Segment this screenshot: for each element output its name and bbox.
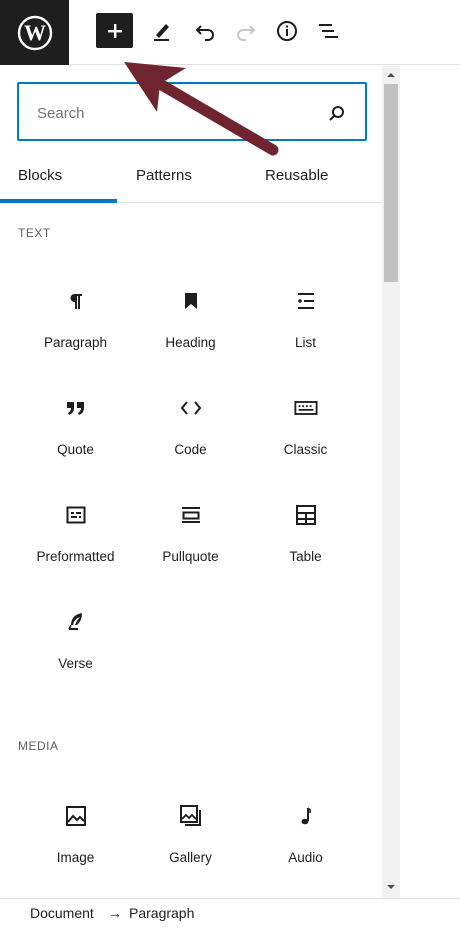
block-breadcrumb: Document → Paragraph xyxy=(0,898,460,927)
block-item-image[interactable]: Image xyxy=(18,804,133,894)
block-label: Preformatted xyxy=(36,549,115,564)
block-item-audio[interactable]: Audio xyxy=(248,804,363,894)
block-item-table[interactable]: Table xyxy=(248,503,363,593)
wordpress-logo-button[interactable]: W xyxy=(0,0,69,65)
block-item-pullquote[interactable]: Pullquote xyxy=(133,503,248,593)
block-label: Gallery xyxy=(169,850,212,865)
breadcrumb-separator: → xyxy=(108,905,122,921)
block-label: Classic xyxy=(283,442,328,457)
block-label: Heading xyxy=(165,335,216,350)
scroll-down-arrow-icon[interactable] xyxy=(386,882,396,892)
block-label: Quote xyxy=(57,442,94,457)
block-item-heading[interactable]: Heading xyxy=(133,289,248,379)
search-input[interactable] xyxy=(37,99,317,127)
breadcrumb-document[interactable]: Document xyxy=(30,905,94,921)
block-label: Paragraph xyxy=(43,335,108,350)
paragraph-icon xyxy=(64,289,88,313)
section-title-media: MEDIA xyxy=(18,739,59,753)
redo-button[interactable] xyxy=(227,12,264,49)
info-icon xyxy=(276,20,297,41)
audio-icon xyxy=(294,804,318,828)
block-inserter-panel: Blocks Patterns Reusable TEXT Paragraph … xyxy=(0,66,382,898)
tools-button[interactable] xyxy=(143,12,180,49)
block-item-paragraph[interactable]: Paragraph xyxy=(18,289,133,379)
editor-toolbar: W xyxy=(0,0,460,65)
wordpress-logo-icon: W xyxy=(17,15,52,50)
block-label: Image xyxy=(56,850,95,865)
gallery-icon xyxy=(179,804,203,828)
block-label: Code xyxy=(174,442,207,457)
block-label: List xyxy=(294,335,316,350)
image-icon xyxy=(64,804,88,828)
block-label: Table xyxy=(289,549,322,564)
pullquote-icon xyxy=(179,503,203,527)
feather-icon xyxy=(64,610,88,634)
keyboard-icon xyxy=(293,396,318,420)
block-label: Audio xyxy=(288,850,323,865)
section-title-text: TEXT xyxy=(18,226,51,240)
block-item-preformatted[interactable]: Preformatted xyxy=(18,503,133,593)
inserter-tabs: Blocks Patterns Reusable xyxy=(0,162,382,203)
scroll-up-arrow-icon[interactable] xyxy=(386,70,396,80)
block-item-list[interactable]: List xyxy=(248,289,363,379)
bookmark-icon xyxy=(179,289,203,313)
list-view-button[interactable] xyxy=(309,12,346,49)
pencil-icon xyxy=(153,23,169,41)
block-label: Verse xyxy=(58,656,93,671)
quote-icon xyxy=(64,396,88,420)
search-box xyxy=(17,82,367,141)
plus-icon xyxy=(107,23,122,38)
preformatted-icon xyxy=(64,503,88,527)
details-button[interactable] xyxy=(268,12,305,49)
undo-button[interactable] xyxy=(186,12,223,49)
block-item-classic[interactable]: Classic xyxy=(248,396,363,486)
redo-icon xyxy=(236,24,255,41)
block-item-verse[interactable]: Verse xyxy=(18,610,133,700)
tab-reusable[interactable]: Reusable xyxy=(265,162,328,203)
block-label: Pullquote xyxy=(162,549,219,564)
code-icon xyxy=(179,396,203,420)
block-item-code[interactable]: Code xyxy=(133,396,248,486)
tab-patterns[interactable]: Patterns xyxy=(136,162,192,203)
undo-icon xyxy=(195,24,214,41)
tab-blocks[interactable]: Blocks xyxy=(0,162,117,203)
block-item-gallery[interactable]: Gallery xyxy=(133,804,248,894)
inserter-scrollbar[interactable] xyxy=(382,66,400,898)
table-icon xyxy=(294,503,318,527)
list-icon xyxy=(294,289,318,313)
list-view-icon xyxy=(318,23,338,38)
inserter-toggle-button[interactable] xyxy=(96,13,133,48)
block-item-quote[interactable]: Quote xyxy=(18,396,133,486)
breadcrumb-current: Paragraph xyxy=(129,905,195,921)
search-icon[interactable] xyxy=(327,103,347,123)
scroll-thumb[interactable] xyxy=(384,84,398,282)
svg-text:W: W xyxy=(24,20,46,45)
